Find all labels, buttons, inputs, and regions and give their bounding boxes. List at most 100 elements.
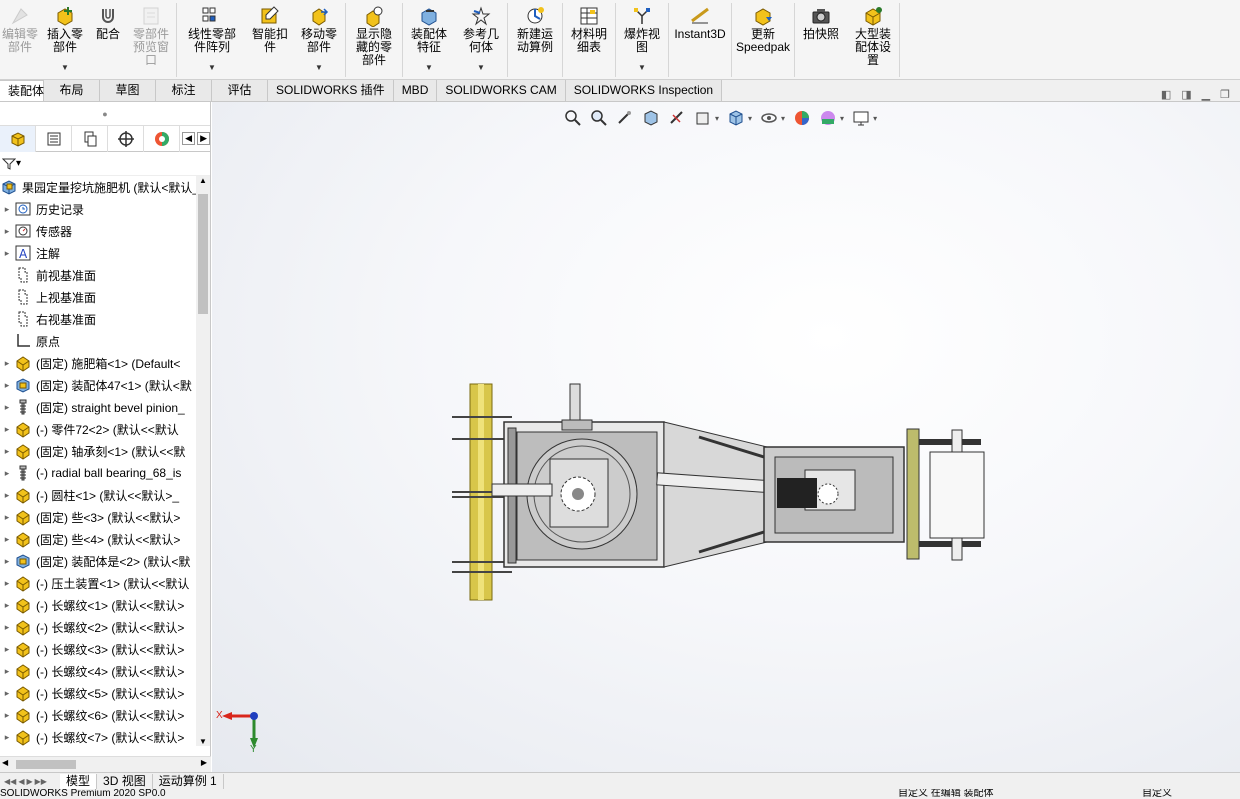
scroll-down-icon[interactable]: ▼ xyxy=(196,737,210,746)
tab-mbd[interactable]: MBD xyxy=(393,80,438,101)
tabs-scroll-right-icon[interactable]: ▶ xyxy=(197,132,210,145)
tab-property-manager[interactable] xyxy=(36,126,73,152)
assembly-model[interactable] xyxy=(212,102,1240,772)
component-preview-window-button[interactable]: 零部件 预览窗 口 xyxy=(126,0,176,80)
hscroll-thumb[interactable] xyxy=(16,760,76,769)
tree-item[interactable]: ▸ (-) 长螺纹<7> (默认<<默认> xyxy=(0,726,210,746)
large-assembly-settings-button[interactable]: 大型装 配体设 置 xyxy=(847,0,899,80)
tree-item[interactable]: 上视基准面 xyxy=(0,286,210,308)
first-tab-icon[interactable]: ◀◀ xyxy=(4,777,16,786)
expand-icon[interactable]: ▸ xyxy=(0,556,14,567)
tree-item[interactable]: ▸ (固定) 些<3> (默认<<默认> xyxy=(0,506,210,528)
tab-layout[interactable]: 布局 xyxy=(44,80,100,101)
move-component-button[interactable]: 移动零 部件 ▼ xyxy=(293,0,345,80)
tab-markup[interactable]: 标注 xyxy=(156,80,212,101)
tab-solidworks-addins[interactable]: SOLIDWORKS 插件 xyxy=(268,80,394,101)
tree-item[interactable]: ▸ (-) radial ball bearing_68_is xyxy=(0,462,210,484)
tree-item[interactable]: 原点 xyxy=(0,330,210,352)
linear-component-pattern-dropdown-icon[interactable]: ▼ xyxy=(208,61,216,74)
reference-geometry-button[interactable]: 参考几 何体 ▼ xyxy=(455,0,507,80)
tab-model[interactable]: 模型 xyxy=(60,773,98,790)
tree-item[interactable]: 右视基准面 xyxy=(0,308,210,330)
tree-item[interactable]: ▸ (-) 长螺纹<3> (默认<<默认> xyxy=(0,638,210,660)
tab-dimxpert-manager[interactable] xyxy=(108,126,145,152)
tree-item[interactable]: ▸ (固定) straight bevel pinion_ xyxy=(0,396,210,418)
tree-item[interactable]: ▸ (-) 长螺纹<2> (默认<<默认> xyxy=(0,616,210,638)
prev-tab-icon[interactable]: ◀ xyxy=(18,777,24,786)
update-speedpak-button[interactable]: 更新 Speedpak xyxy=(732,0,794,80)
take-snapshot-button[interactable]: 拍快照 xyxy=(795,0,847,80)
tab-solidworks-inspection[interactable]: SOLIDWORKS Inspection xyxy=(565,80,723,101)
scroll-thumb[interactable] xyxy=(198,194,208,314)
tree-item[interactable]: ▸ (-) 零件72<2> (默认<<默认 xyxy=(0,418,210,440)
tab-motion-study-1[interactable]: 运动算例 1 xyxy=(153,773,224,790)
expand-icon[interactable]: ▸ xyxy=(0,424,14,435)
tree-vertical-scrollbar[interactable]: ▲ ▼ xyxy=(196,176,210,746)
tree-item[interactable]: ▸ (固定) 施肥箱<1> (Default< xyxy=(0,352,210,374)
tab-display-manager[interactable] xyxy=(144,126,181,152)
tree-filter[interactable]: ▾ xyxy=(0,152,210,176)
mate-button[interactable]: 配合 xyxy=(90,0,126,80)
bill-of-materials-button[interactable]: 材料明 细表 xyxy=(563,0,615,80)
tree-item[interactable]: 前视基准面 xyxy=(0,264,210,286)
tree-horizontal-scrollbar[interactable]: ◀ ▶ xyxy=(0,756,211,772)
insert-components-dropdown-icon[interactable]: ▼ xyxy=(61,61,69,74)
expand-icon[interactable]: ▸ xyxy=(0,468,14,479)
filter-dropdown-icon[interactable]: ▾ xyxy=(16,158,21,169)
filter-icon[interactable] xyxy=(2,157,16,171)
graphics-area[interactable]: ▾ ▾ ▾ ▾ ▾ X Y xyxy=(212,102,1240,772)
tree-item[interactable]: ▸ (-) 长螺纹<4> (默认<<默认> xyxy=(0,660,210,682)
expand-icon[interactable]: ▸ xyxy=(0,644,14,655)
minimize-icon[interactable]: ▁ xyxy=(1202,88,1210,101)
expand-icon[interactable]: ▸ xyxy=(0,380,14,391)
expand-icon[interactable]: ▸ xyxy=(0,578,14,589)
expand-icon[interactable]: ▸ xyxy=(0,512,14,523)
expand-icon[interactable]: ▸ xyxy=(0,732,14,743)
next-tab-icon[interactable]: ▶ xyxy=(26,777,32,786)
edit-component-button[interactable]: 编辑零 部件 xyxy=(0,0,40,80)
tab-evaluate[interactable]: 评估 xyxy=(212,80,268,101)
panel-splitter[interactable]: ● xyxy=(0,102,210,126)
expand-icon[interactable]: ▸ xyxy=(0,490,14,501)
tile-left-icon[interactable]: ◧ xyxy=(1161,88,1171,101)
tab-configuration-manager[interactable] xyxy=(72,126,109,152)
expand-icon[interactable]: ▸ xyxy=(0,600,14,611)
assembly-features-dropdown-icon[interactable]: ▼ xyxy=(425,61,433,74)
tile-right-icon[interactable]: ◨ xyxy=(1181,88,1191,101)
bottom-nav-arrows[interactable]: ◀◀ ◀ ▶ ▶▶ xyxy=(0,777,60,786)
tree-item[interactable]: ▸ (-) 长螺纹<5> (默认<<默认> xyxy=(0,682,210,704)
assembly-features-button[interactable]: 装配体 特征 ▼ xyxy=(403,0,455,80)
last-tab-icon[interactable]: ▶▶ xyxy=(35,777,47,786)
tree-item[interactable]: ▸ (固定) 轴承刻<1> (默认<<默 xyxy=(0,440,210,462)
expand-icon[interactable]: ▸ xyxy=(0,204,14,215)
tree-item[interactable]: ▸ (-) 长螺纹<6> (默认<<默认> xyxy=(0,704,210,726)
hscroll-left-icon[interactable]: ◀ xyxy=(2,758,8,767)
tree-item[interactable]: ▸ (固定) 装配体是<2> (默认<默 xyxy=(0,550,210,572)
expand-icon[interactable]: ▸ xyxy=(0,358,14,369)
expand-icon[interactable]: ▸ xyxy=(0,534,14,545)
tab-solidworks-cam[interactable]: SOLIDWORKS CAM xyxy=(437,80,566,101)
expand-icon[interactable]: ▸ xyxy=(0,446,14,457)
linear-component-pattern-button[interactable]: 线性零部 件阵列 ▼ xyxy=(177,0,247,80)
tree-item[interactable]: ▸ (-) 长螺纹<1> (默认<<默认> xyxy=(0,594,210,616)
expand-icon[interactable]: ▸ xyxy=(0,248,14,259)
exploded-view-dropdown-icon[interactable]: ▼ xyxy=(638,61,646,74)
reference-geometry-dropdown-icon[interactable]: ▼ xyxy=(477,61,485,74)
tree-item[interactable]: ▸ (-) 圆柱<1> (默认<<默认>_ xyxy=(0,484,210,506)
smart-fasteners-button[interactable]: 智能扣 件 xyxy=(247,0,293,80)
tree-item[interactable]: ▸ 历史记录 xyxy=(0,198,210,220)
exploded-view-button[interactable]: 爆炸视 图 ▼ xyxy=(616,0,668,80)
expand-icon[interactable]: ▸ xyxy=(0,710,14,721)
expand-icon[interactable]: ▸ xyxy=(0,622,14,633)
scroll-up-icon[interactable]: ▲ xyxy=(196,176,210,185)
tab-sketch[interactable]: 草图 xyxy=(100,80,156,101)
tree-item[interactable]: ▸ (-) 压土装置<1> (默认<<默认 xyxy=(0,572,210,594)
new-motion-study-button[interactable]: 新建运 动算例 xyxy=(508,0,562,80)
tab-assembly[interactable]: 装配体 xyxy=(0,80,44,101)
move-component-dropdown-icon[interactable]: ▼ xyxy=(315,61,323,74)
tab-feature-manager[interactable] xyxy=(0,126,37,152)
tree-item[interactable]: ▸ (固定) 些<4> (默认<<默认> xyxy=(0,528,210,550)
hscroll-right-icon[interactable]: ▶ xyxy=(201,758,207,767)
tabs-scroll-left-icon[interactable]: ◀ xyxy=(182,132,196,145)
restore-icon[interactable]: ❐ xyxy=(1220,88,1230,101)
